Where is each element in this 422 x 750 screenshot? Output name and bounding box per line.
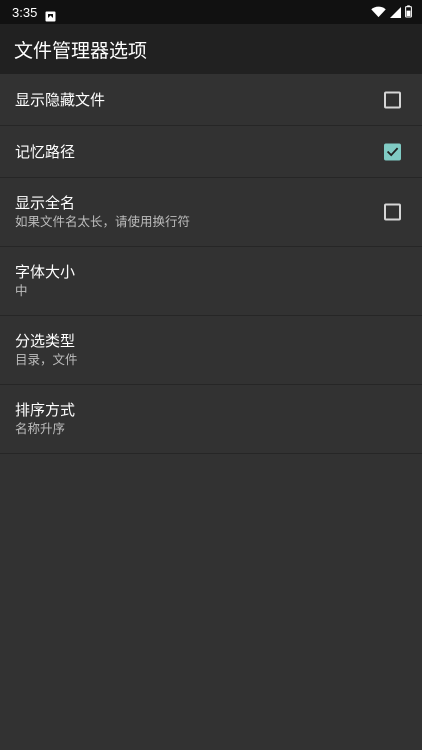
notification-icon — [45, 7, 56, 21]
setting-remember-path[interactable]: 记忆路径 — [0, 126, 422, 178]
status-icons — [371, 3, 412, 22]
signal-icon — [390, 3, 401, 22]
setting-sort-type[interactable]: 分选类型 目录，文件 — [0, 316, 422, 385]
checkmark-icon — [386, 147, 399, 156]
status-bar: 3:35 — [0, 0, 422, 24]
wifi-icon — [371, 3, 386, 22]
setting-subtitle: 如果文件名太长，请使用换行符 — [15, 214, 191, 229]
setting-sort-order[interactable]: 排序方式 名称升序 — [0, 385, 422, 454]
setting-title: 字体大小 — [15, 263, 76, 281]
setting-subtitle: 中 — [15, 283, 28, 298]
remember-path-checkbox[interactable] — [384, 143, 401, 160]
setting-title: 显示隐藏文件 — [15, 90, 106, 109]
setting-title: 显示全名 — [15, 194, 76, 212]
setting-subtitle: 目录，文件 — [15, 352, 78, 367]
show-hidden-files-checkbox[interactable] — [384, 91, 401, 108]
setting-font-size[interactable]: 字体大小 中 — [0, 247, 422, 316]
status-time: 3:35 — [12, 4, 38, 20]
setting-show-hidden-files[interactable]: 显示隐藏文件 — [0, 74, 422, 126]
app-bar: 文件管理器选项 — [0, 24, 422, 74]
setting-subtitle: 名称升序 — [15, 421, 66, 436]
setting-title: 记忆路径 — [15, 142, 76, 161]
setting-show-full-name[interactable]: 显示全名 如果文件名太长，请使用换行符 — [0, 178, 422, 247]
battery-icon — [405, 3, 412, 22]
show-full-name-checkbox[interactable] — [384, 203, 401, 221]
settings-list: 显示隐藏文件 记忆路径 显示全名 如果文件名太长，请使用换行符 字体大小 中 分… — [0, 74, 422, 454]
page-title: 文件管理器选项 — [14, 39, 148, 62]
setting-title: 分选类型 — [15, 332, 76, 350]
setting-title: 排序方式 — [15, 401, 76, 419]
